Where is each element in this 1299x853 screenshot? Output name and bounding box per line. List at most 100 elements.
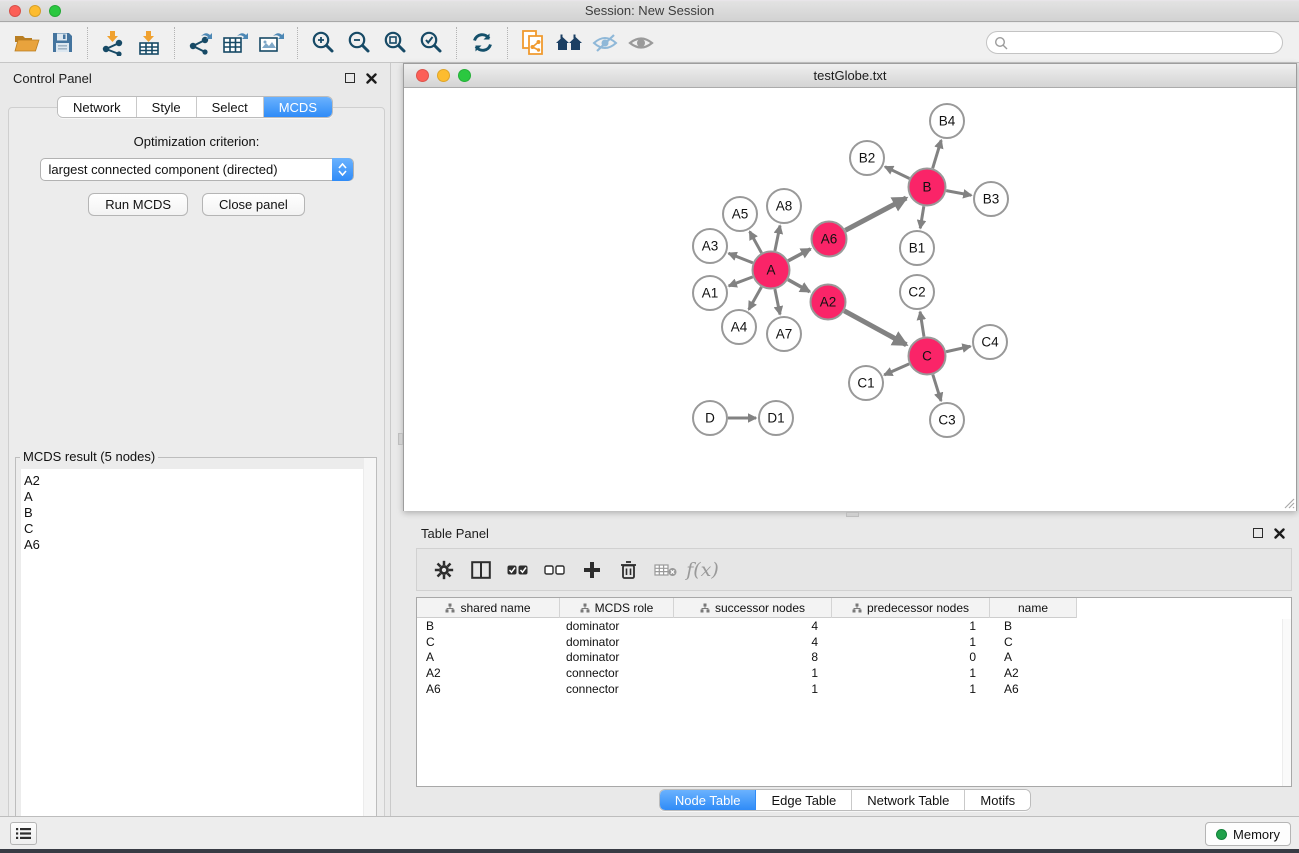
graph-node-D1[interactable]: D1 [759, 401, 793, 435]
result-list-scrollbar[interactable] [363, 458, 376, 853]
zoom-window-button[interactable] [49, 5, 61, 17]
mcds-result-item[interactable]: A2 [21, 469, 371, 489]
show-all-button[interactable] [623, 26, 659, 60]
mcds-result-item[interactable]: C [21, 521, 371, 537]
graph-edge-A-A3[interactable] [729, 253, 753, 263]
memory-button[interactable]: Memory [1205, 822, 1291, 846]
graph-node-A2[interactable]: A2 [811, 285, 846, 320]
run-mcds-button[interactable]: Run MCDS [88, 193, 188, 216]
network-window-titlebar[interactable]: testGlobe.txt [404, 64, 1296, 88]
graph-node-B3[interactable]: B3 [974, 182, 1008, 216]
tab-mcds[interactable]: MCDS [264, 97, 332, 117]
close-window-button[interactable] [9, 5, 21, 17]
tab-style[interactable]: Style [137, 97, 197, 117]
select-all-rows-button[interactable] [499, 553, 536, 587]
delete-column-button[interactable] [610, 553, 647, 587]
graph-node-B2[interactable]: B2 [850, 141, 884, 175]
desktop-horizontal-scroll-thumb[interactable] [846, 512, 859, 517]
graph-edge-A-A6[interactable] [788, 249, 810, 261]
graph-node-B1[interactable]: B1 [900, 231, 934, 265]
split-panel-button[interactable] [462, 553, 499, 587]
tab-network-table[interactable]: Network Table [852, 790, 965, 810]
mcds-result-list[interactable]: A2ABCA6 [21, 469, 371, 853]
deselect-all-rows-button[interactable] [536, 553, 573, 587]
graph-node-C3[interactable]: C3 [930, 403, 964, 437]
close-panel-button[interactable]: Close panel [202, 193, 305, 216]
show-panels-button[interactable] [10, 822, 37, 845]
zoom-fit-button[interactable] [377, 26, 413, 60]
column-header-mcds-role[interactable]: MCDS role [560, 598, 674, 618]
graph-node-A4[interactable]: A4 [722, 310, 756, 344]
graph-edge-B-B3[interactable] [946, 191, 971, 196]
zoom-selected-button[interactable] [413, 26, 449, 60]
table-row[interactable]: A6connector11A6 [417, 681, 1291, 697]
refresh-view-button[interactable] [464, 26, 500, 60]
minimize-window-button[interactable] [29, 5, 41, 17]
table-row[interactable]: Cdominator41C [417, 634, 1291, 650]
table-row[interactable]: Adominator80A [417, 650, 1291, 666]
graph-edge-B-B4[interactable] [933, 140, 942, 168]
close-network-window-button[interactable] [416, 69, 429, 82]
add-column-button[interactable] [573, 553, 610, 587]
float-panel-icon[interactable] [1253, 528, 1263, 538]
graph-edge-A6-B[interactable] [845, 198, 906, 230]
table-row[interactable]: Bdominator41B [417, 618, 1291, 634]
graph-edge-C-C3[interactable] [933, 375, 941, 401]
graph-node-A5[interactable]: A5 [723, 197, 757, 231]
graph-edge-C-C4[interactable] [946, 346, 970, 351]
delete-table-button[interactable] [647, 553, 684, 587]
tab-edge-table[interactable]: Edge Table [756, 790, 852, 810]
graph-edge-C-C1[interactable] [884, 364, 909, 375]
graph-edge-A-A7[interactable] [775, 289, 780, 314]
graph-edge-B-B1[interactable] [920, 206, 924, 228]
close-panel-icon[interactable] [366, 73, 377, 84]
graph-edge-A-A2[interactable] [788, 280, 810, 292]
column-header-predecessor-nodes[interactable]: predecessor nodes [832, 598, 990, 618]
graph-node-B[interactable]: B [909, 169, 946, 206]
graph-node-B4[interactable]: B4 [930, 104, 964, 138]
mcds-result-item[interactable]: B [21, 505, 371, 521]
column-header-shared-name[interactable]: shared name [417, 598, 560, 618]
graph-node-A8[interactable]: A8 [767, 189, 801, 223]
graph-edge-A-A5[interactable] [750, 231, 762, 252]
function-builder-button[interactable]: f(x) [684, 553, 721, 587]
graph-node-C4[interactable]: C4 [973, 325, 1007, 359]
minimize-network-window-button[interactable] [437, 69, 450, 82]
graph-node-C2[interactable]: C2 [900, 275, 934, 309]
import-network-button[interactable] [95, 26, 131, 60]
import-table-button[interactable] [131, 26, 167, 60]
resize-grip-icon[interactable] [1282, 496, 1295, 509]
graph-node-A1[interactable]: A1 [693, 276, 727, 310]
table-row[interactable]: A2connector11A2 [417, 665, 1291, 681]
network-graph[interactable]: B4B2BB3A8A5A6A3B1AC2A1A2A4A7C4CC1DD1C3 [404, 89, 1296, 511]
graph-node-A7[interactable]: A7 [767, 317, 801, 351]
desktop-vertical-scroll-thumb[interactable] [398, 433, 403, 445]
mcds-result-item[interactable]: A [21, 489, 371, 505]
zoom-out-button[interactable] [341, 26, 377, 60]
graph-node-C[interactable]: C [909, 338, 946, 375]
zoom-network-window-button[interactable] [458, 69, 471, 82]
close-panel-icon[interactable] [1274, 528, 1285, 539]
tab-select[interactable]: Select [197, 97, 264, 117]
network-from-file-button[interactable] [515, 26, 551, 60]
export-network-button[interactable] [182, 26, 218, 60]
tab-node-table[interactable]: Node Table [660, 790, 757, 810]
graph-edge-A2-C[interactable] [844, 311, 906, 345]
graph-node-A3[interactable]: A3 [693, 229, 727, 263]
tab-motifs[interactable]: Motifs [965, 790, 1030, 810]
graph-edge-C-C2[interactable] [920, 312, 924, 337]
save-session-button[interactable] [44, 26, 80, 60]
column-header-successor-nodes[interactable]: successor nodes [674, 598, 832, 618]
open-session-button[interactable] [8, 26, 44, 60]
export-table-button[interactable] [218, 26, 254, 60]
graph-node-D[interactable]: D [693, 401, 727, 435]
mcds-result-item[interactable]: A6 [21, 537, 371, 553]
tab-network[interactable]: Network [58, 97, 137, 117]
float-panel-icon[interactable] [345, 73, 355, 83]
graph-edge-A-A8[interactable] [775, 226, 780, 251]
table-scrollbar[interactable] [1282, 619, 1291, 786]
graph-node-A6[interactable]: A6 [812, 222, 847, 257]
table-settings-button[interactable] [425, 553, 462, 587]
hide-selected-button[interactable] [587, 26, 623, 60]
criterion-dropdown[interactable]: largest connected component (directed) [40, 158, 354, 181]
